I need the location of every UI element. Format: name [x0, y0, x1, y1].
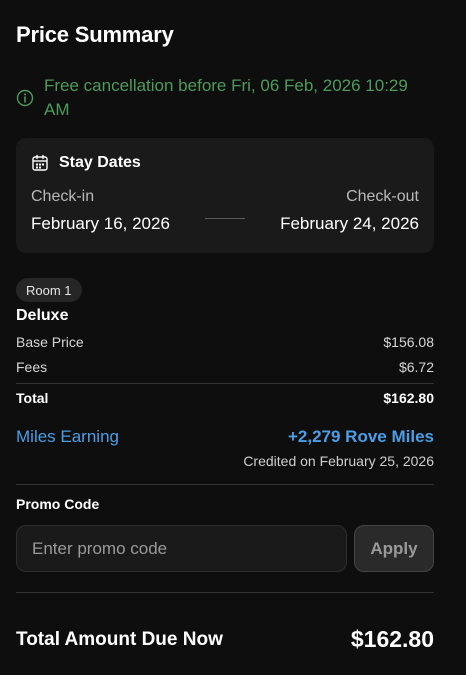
stay-dates-header: Stay Dates	[31, 154, 419, 172]
check-in: Check-in February 16, 2026	[31, 188, 170, 234]
promo-code-label: Promo Code	[16, 496, 100, 512]
price-summary-panel: Price Summary Free cancellation before F…	[0, 0, 466, 675]
fees-label: Fees	[16, 359, 48, 375]
check-out-label: Check-out	[346, 188, 419, 205]
info-icon	[16, 89, 34, 107]
stay-dates-card: Stay Dates Check-in February 16, 2026 Ch…	[16, 138, 434, 253]
stay-dates-heading: Stay Dates	[59, 154, 141, 171]
stay-dates-row: Check-in February 16, 2026 Check-out Feb…	[31, 188, 419, 234]
divider	[16, 383, 434, 384]
miles-earning-label: Miles Earning	[16, 427, 119, 446]
base-price-row: Base Price $156.08	[16, 334, 434, 350]
miles-earning-row: Miles Earning +2,279 Rove Miles	[16, 427, 434, 447]
room-total-label: Total	[16, 390, 49, 406]
date-separator	[205, 218, 245, 219]
divider	[16, 484, 434, 485]
base-price-value: $156.08	[383, 334, 434, 350]
miles-earning: Miles Earning +2,279 Rove Miles Credited…	[16, 427, 434, 469]
check-out: Check-out February 24, 2026	[280, 188, 419, 234]
fees-row: Fees $6.72	[16, 359, 434, 375]
total-due-label: Total Amount Due Now	[16, 628, 223, 650]
total-due-value: $162.80	[350, 626, 434, 652]
total-due-row: Total Amount Due Now $162.80	[16, 626, 434, 653]
miles-earning-value: +2,279 Rove Miles	[287, 427, 434, 446]
cancellation-notice: Free cancellation before Fri, 06 Feb, 20…	[16, 74, 436, 122]
apply-button[interactable]: Apply	[354, 525, 434, 572]
room-total-row: Total $162.80	[16, 390, 434, 406]
room-total-value: $162.80	[383, 390, 434, 406]
divider	[16, 592, 434, 593]
fees-value: $6.72	[398, 359, 434, 375]
calendar-icon	[31, 154, 49, 172]
base-price-label: Base Price	[16, 334, 84, 350]
room-name: Deluxe	[16, 307, 69, 324]
room-badge: Room 1	[16, 278, 82, 302]
cancellation-text: Free cancellation before Fri, 06 Feb, 20…	[44, 76, 408, 119]
miles-credit-note: Credited on February 25, 2026	[243, 453, 434, 469]
check-out-date: February 24, 2026	[280, 214, 419, 233]
check-in-label: Check-in	[31, 188, 95, 205]
check-in-date: February 16, 2026	[31, 214, 170, 233]
promo-code-input[interactable]	[16, 525, 347, 572]
page-title: Price Summary	[16, 22, 174, 47]
